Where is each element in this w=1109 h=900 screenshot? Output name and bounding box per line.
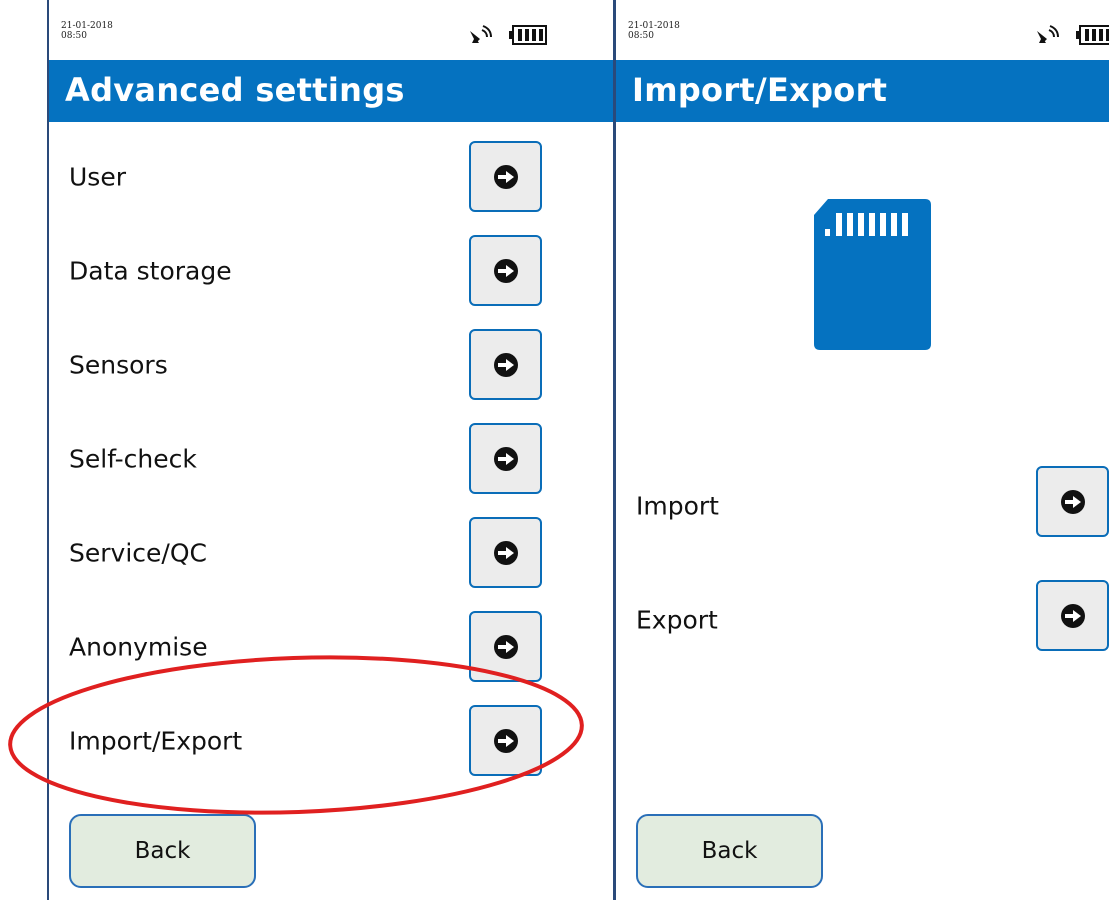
- open-service-qc-button[interactable]: [469, 517, 542, 588]
- arrow-right-circle-icon: [493, 728, 518, 753]
- menu-item-label: User: [69, 162, 126, 192]
- arrow-right-circle-icon: [493, 634, 518, 659]
- menu-item-user[interactable]: User: [49, 130, 613, 224]
- page-title: Import/Export: [632, 71, 888, 109]
- open-import-export-button[interactable]: [469, 705, 542, 776]
- arrow-right-circle-icon: [1060, 489, 1085, 514]
- menu-item-label: Import/Export: [69, 726, 243, 756]
- menu-item-label: Self-check: [69, 444, 197, 474]
- status-bar: 21-01-2018 08:50: [616, 0, 1109, 60]
- battery-icon: [1076, 25, 1109, 45]
- datetime: 21-01-2018 08:50: [628, 21, 680, 41]
- menu-item-label: Export: [636, 605, 718, 635]
- import-export-screen: 21-01-2018 08:50 Import/Export Import Ex…: [614, 0, 1109, 900]
- menu-item-label: Service/QC: [69, 538, 207, 568]
- satellite-icon: [1037, 25, 1059, 43]
- menu-item-data-storage[interactable]: Data storage: [49, 224, 613, 318]
- menu-item-label: Data storage: [69, 256, 232, 286]
- arrow-right-circle-icon: [493, 352, 518, 377]
- open-anonymise-button[interactable]: [469, 611, 542, 682]
- title-bar: Advanced settings: [49, 60, 613, 122]
- battery-icon: [509, 25, 547, 45]
- title-bar: Import/Export: [616, 60, 1109, 122]
- back-button[interactable]: Back: [69, 814, 256, 888]
- arrow-right-circle-icon: [1060, 603, 1085, 628]
- page-title: Advanced settings: [65, 71, 405, 109]
- menu-item-label: Import: [636, 491, 719, 521]
- menu-item-service-qc[interactable]: Service/QC: [49, 506, 613, 600]
- open-data-storage-button[interactable]: [469, 235, 542, 306]
- menu-item-label: Sensors: [69, 350, 168, 380]
- date-text: 21-01-2018: [61, 21, 113, 31]
- export-button[interactable]: [1036, 580, 1109, 651]
- import-button[interactable]: [1036, 466, 1109, 537]
- time-text: 08:50: [61, 31, 87, 41]
- menu-item-label: Anonymise: [69, 632, 208, 662]
- sd-card-icon: [814, 199, 931, 350]
- time-text: 08:50: [628, 31, 654, 41]
- open-user-button[interactable]: [469, 141, 542, 212]
- arrow-right-circle-icon: [493, 446, 518, 471]
- menu-item-import[interactable]: Import: [616, 459, 1109, 553]
- arrow-right-circle-icon: [493, 164, 518, 189]
- date-text: 21-01-2018: [628, 21, 680, 31]
- arrow-right-circle-icon: [493, 540, 518, 565]
- satellite-icon: [470, 25, 492, 43]
- datetime: 21-01-2018 08:50: [61, 21, 113, 41]
- arrow-right-circle-icon: [493, 258, 518, 283]
- menu-item-self-check[interactable]: Self-check: [49, 412, 613, 506]
- advanced-settings-screen: 21-01-2018 08:50 Advanced settings User: [47, 0, 615, 900]
- open-self-check-button[interactable]: [469, 423, 542, 494]
- back-button[interactable]: Back: [636, 814, 823, 888]
- menu-item-export[interactable]: Export: [616, 573, 1109, 667]
- menu-item-import-export[interactable]: Import/Export: [49, 694, 613, 788]
- menu-item-anonymise[interactable]: Anonymise: [49, 600, 613, 694]
- menu-item-sensors[interactable]: Sensors: [49, 318, 613, 412]
- open-sensors-button[interactable]: [469, 329, 542, 400]
- status-bar: 21-01-2018 08:50: [49, 0, 613, 60]
